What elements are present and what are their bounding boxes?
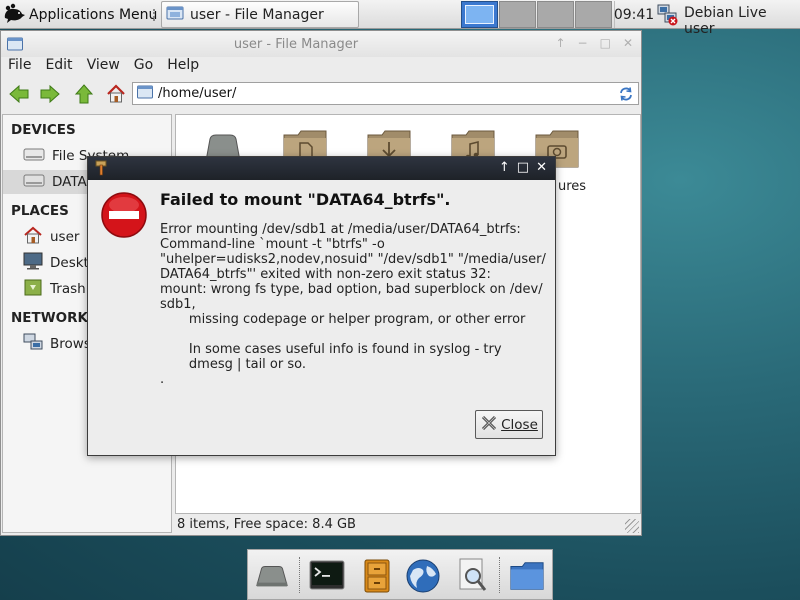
file-manager-titlebar[interactable]: user - File Manager ↑ − □ ✕	[1, 31, 641, 57]
shade-button[interactable]: ↑	[555, 36, 565, 50]
folder-location-icon	[137, 85, 153, 103]
error-stop-icon	[100, 191, 148, 243]
dialog-heading: Failed to mount "DATA64_btrfs".	[160, 190, 451, 209]
hammer-icon	[94, 160, 108, 180]
mount-error-dialog: ↑ □ ✕ Failed to mount "DATA64_btrfs". Er…	[87, 156, 556, 456]
menu-file[interactable]: File	[1, 56, 38, 76]
workspace-2[interactable]	[499, 1, 536, 28]
dock-separator	[299, 557, 300, 593]
message-line: Command-line `mount -t "btrfs" -o	[160, 237, 385, 252]
message-line: In some cases useful info is found in sy…	[160, 342, 502, 357]
maximize-button[interactable]: □	[600, 36, 611, 50]
window-title: user - File Manager	[233, 37, 359, 52]
menu-bar: File Edit View Go Help	[1, 56, 206, 76]
close-button-label: Close	[501, 416, 538, 433]
workspace-3[interactable]	[537, 1, 574, 28]
location-bar[interactable]: /home/user/	[132, 82, 639, 105]
sidebar-heading-network: NETWORK	[11, 310, 88, 326]
trash-icon	[23, 278, 43, 300]
menu-view[interactable]: View	[80, 56, 127, 76]
terminal-icon[interactable]	[309, 558, 345, 594]
status-bar: 8 items, Free space: 8.4 GB	[177, 517, 356, 532]
menu-help[interactable]: Help	[160, 56, 206, 76]
message-line: sdb1,	[160, 297, 196, 312]
message-line: Error mounting /dev/sdb1 at /media/user/…	[160, 222, 521, 237]
pictures-folder-label: ures	[558, 179, 587, 194]
message-line: dmesg | tail or so.	[160, 357, 306, 372]
sidebar-item-label: Trash	[50, 281, 86, 297]
dialog-shade-button[interactable]: ↑	[499, 160, 510, 175]
harddisk-icon	[23, 172, 45, 192]
network-disconnected-icon[interactable]	[656, 3, 680, 31]
desktop-icon	[23, 252, 43, 274]
taskbar-button-file-manager[interactable]: user - File Manager	[161, 1, 359, 28]
sidebar-heading-devices: DEVICES	[11, 122, 76, 138]
bottom-dock	[247, 549, 553, 600]
forward-arrow-icon[interactable]	[38, 82, 62, 106]
dialog-window-controls: ↑ □ ✕	[499, 160, 547, 175]
message-line: mount: wrong fs type, bad option, bad su…	[160, 282, 543, 297]
dialog-titlebar[interactable]: ↑ □ ✕	[88, 157, 555, 180]
dialog-message: Error mounting /dev/sdb1 at /media/user/…	[160, 222, 552, 387]
message-line: "uhelper=udisks2,nodev,nosuid" "/dev/sdb…	[160, 252, 546, 267]
minimize-button[interactable]: −	[578, 36, 588, 50]
dialog-close-button[interactable]: ✕	[536, 160, 547, 175]
dialog-maximize-button[interactable]: □	[517, 160, 529, 175]
dock-separator	[499, 557, 500, 593]
workspace-1[interactable]	[461, 1, 498, 28]
toolbar: /home/user/	[1, 79, 641, 109]
search-icon[interactable]	[455, 558, 491, 594]
network-icon	[23, 333, 43, 355]
sidebar-item-label: user	[50, 229, 80, 245]
folder-window-icon	[166, 5, 184, 25]
resize-grip[interactable]	[625, 519, 639, 533]
location-path: /home/user/	[158, 86, 237, 101]
panel-separator	[153, 9, 157, 21]
back-arrow-icon[interactable]	[7, 82, 31, 106]
sidebar-heading-places: PLACES	[11, 203, 69, 219]
close-x-icon	[480, 414, 498, 436]
window-controls: ↑ − □ ✕	[555, 36, 633, 50]
workspace-4[interactable]	[575, 1, 612, 28]
menu-edit[interactable]: Edit	[38, 56, 79, 76]
message-line: missing codepage or helper program, or o…	[160, 312, 526, 327]
xfce-mouse-icon	[2, 2, 26, 28]
applications-menu-button[interactable]: Applications Menu	[2, 2, 161, 27]
up-arrow-icon[interactable]	[72, 82, 96, 106]
message-line: .	[160, 372, 165, 387]
panel-clock[interactable]: 09:41	[614, 1, 654, 28]
applications-menu-label: Applications Menu	[29, 6, 158, 23]
workspace-window-preview	[465, 5, 494, 24]
menu-go[interactable]: Go	[127, 56, 160, 76]
web-browser-icon[interactable]	[405, 558, 441, 594]
user-home-icon	[23, 226, 43, 248]
file-cabinet-icon[interactable]	[359, 558, 395, 594]
folder-icon[interactable]	[509, 558, 545, 594]
harddisk-icon	[23, 146, 45, 166]
drive-icon[interactable]	[254, 558, 290, 594]
home-icon[interactable]	[104, 82, 128, 106]
top-panel: Applications Menu user - File Manager 09…	[0, 0, 800, 37]
workspace-switcher	[461, 1, 612, 28]
message-line: DATA64_btrfs"' exited with non-zero exit…	[160, 267, 491, 282]
taskbar-button-label: user - File Manager	[190, 6, 324, 23]
message-line	[160, 327, 552, 342]
panel-user-name[interactable]: Debian Live user	[684, 5, 800, 37]
reload-icon[interactable]	[618, 86, 634, 106]
close-window-button[interactable]: ✕	[623, 36, 633, 50]
close-button[interactable]: Close	[475, 410, 543, 439]
